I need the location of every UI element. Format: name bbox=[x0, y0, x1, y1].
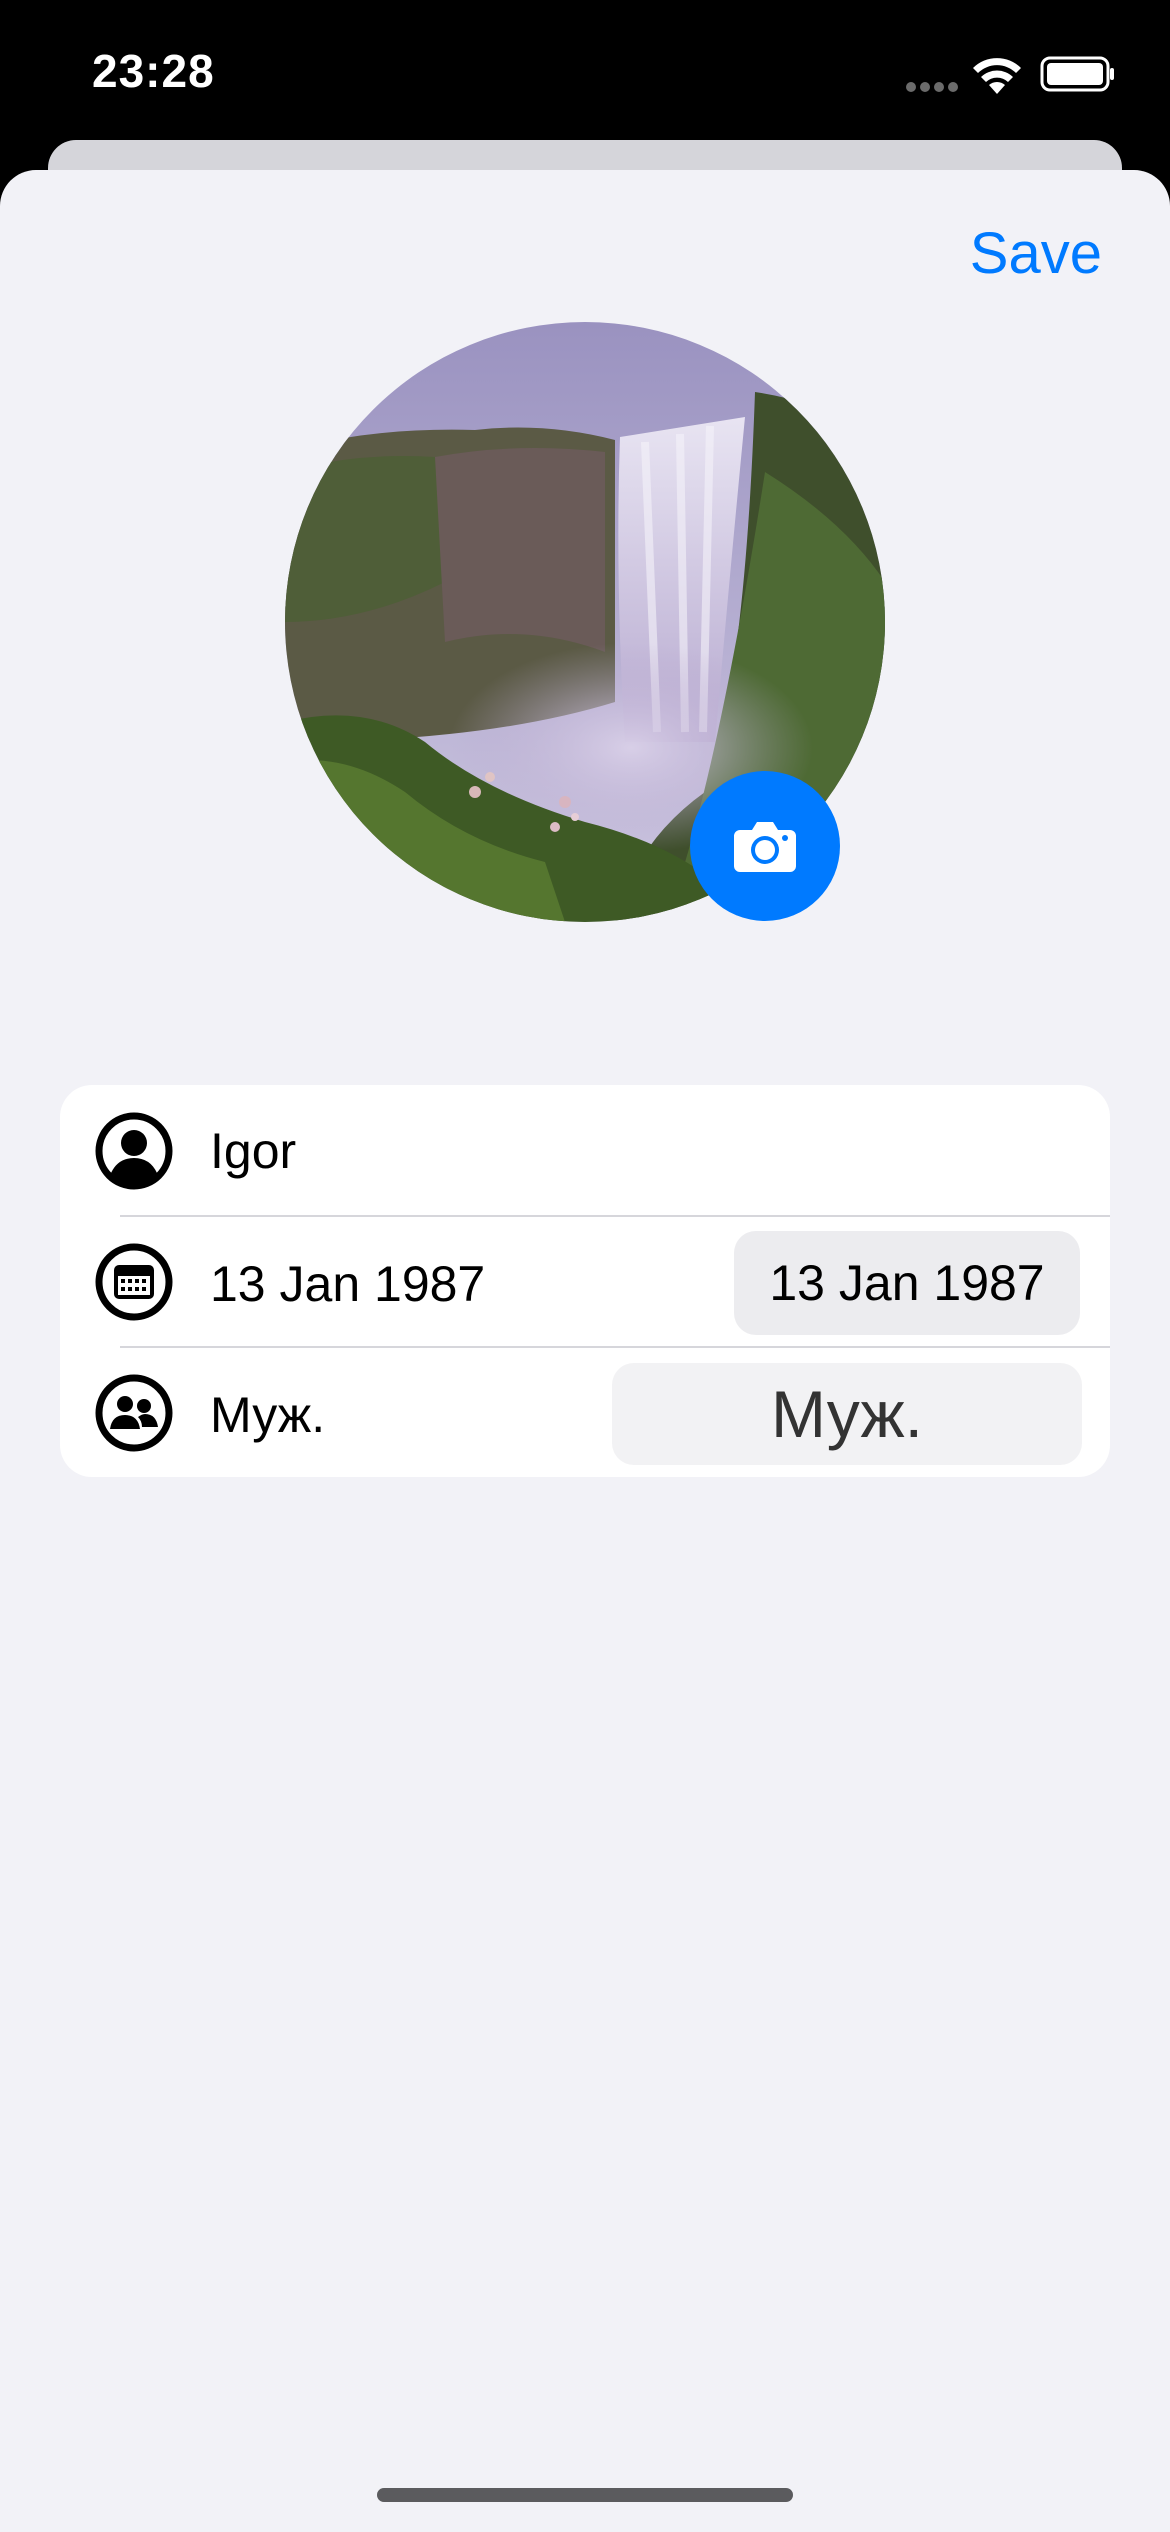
wifi-icon bbox=[973, 58, 1021, 94]
birthday-date-picker[interactable]: 13 Jan 1987 bbox=[734, 1231, 1080, 1335]
home-indicator[interactable] bbox=[377, 2488, 793, 2502]
change-photo-button[interactable] bbox=[690, 771, 840, 921]
gender-label: Муж. bbox=[210, 1387, 326, 1443]
name-field[interactable] bbox=[210, 1117, 1070, 1185]
people-circle-icon bbox=[95, 1374, 173, 1452]
status-bar: 23:28 bbox=[0, 0, 1170, 140]
save-button[interactable]: Save bbox=[970, 220, 1102, 287]
signal-icon bbox=[906, 82, 960, 92]
birthday-row: 13 Jan 1987 13 Jan 1987 bbox=[60, 1216, 1110, 1346]
name-row bbox=[60, 1085, 1110, 1215]
gender-row: Муж. Муж. bbox=[60, 1347, 1110, 1477]
profile-form: 13 Jan 1987 13 Jan 1987 Муж. Муж. bbox=[60, 1085, 1110, 1477]
battery-icon bbox=[1040, 56, 1114, 92]
birthday-label: 13 Jan 1987 bbox=[210, 1256, 486, 1312]
calendar-icon bbox=[95, 1243, 173, 1321]
person-circle-icon bbox=[95, 1112, 173, 1190]
gender-picker[interactable]: Муж. bbox=[612, 1363, 1082, 1465]
status-time: 23:28 bbox=[92, 45, 215, 97]
camera-icon bbox=[734, 822, 796, 872]
edit-profile-sheet: Save Igor 13 Jan 1987 13 Jan 1987 Муж. М… bbox=[0, 170, 1170, 2532]
